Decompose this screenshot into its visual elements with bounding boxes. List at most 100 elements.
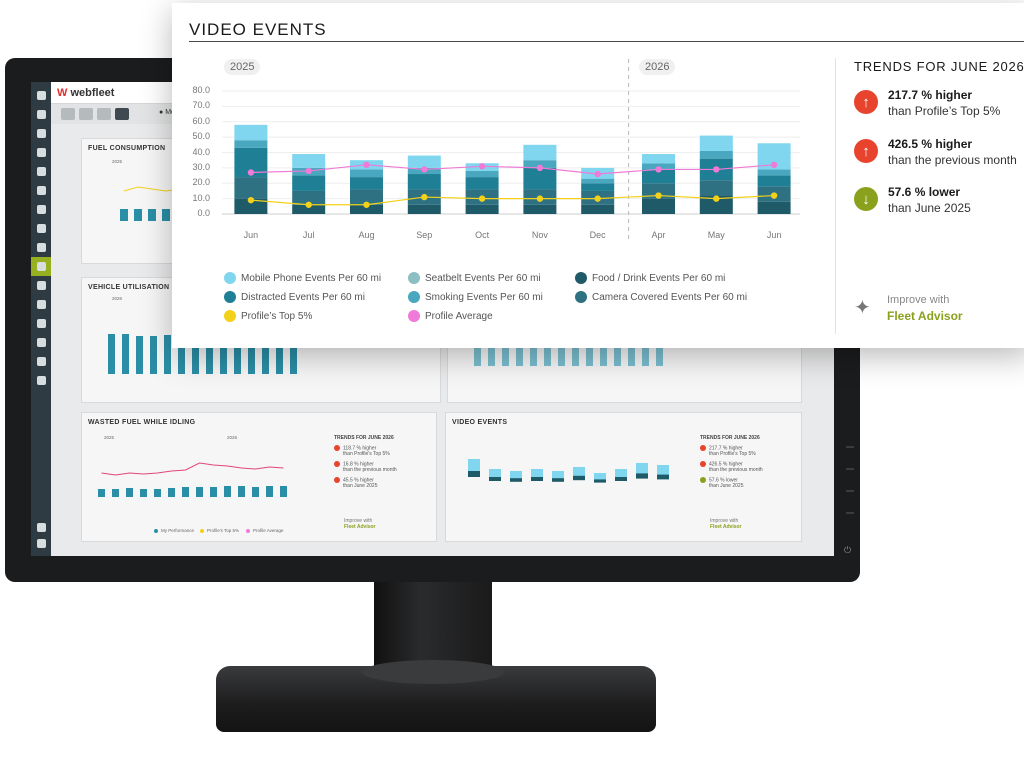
legend-item: Camera Covered Events Per 60 mi [575, 291, 747, 303]
mini-bar [600, 348, 607, 366]
monitor-button[interactable] [846, 446, 854, 448]
legend-item: Profile Average [246, 528, 283, 533]
mini-bar [210, 487, 217, 497]
video-mini-chart [468, 459, 669, 483]
arrow-up-icon: ↑ [854, 90, 878, 114]
brand-logo[interactable]: W webfleet [57, 87, 114, 99]
mini-bar [468, 459, 480, 471]
trends-title: TRENDS FOR JUNE 2026 [700, 435, 760, 441]
bar-segment [581, 178, 615, 184]
bar-chart-view-button[interactable] [61, 108, 75, 120]
line-point [305, 167, 312, 175]
bar-segment [757, 175, 791, 187]
advisor-hint: Improve with [887, 294, 950, 306]
card-title: FUEL CONSUMPTION [88, 145, 166, 152]
trend-item: 217.7 % higher than Profile's Top 5% [700, 445, 756, 457]
video-events-chart [222, 59, 800, 243]
bar-segment [757, 169, 791, 176]
trend-value: 57.6 % lower [888, 185, 961, 199]
legend-swatch [575, 272, 587, 284]
trend-item: 57.6 % lower than June 2025 [700, 477, 743, 489]
bar-segment [642, 198, 675, 214]
bar-segment [350, 169, 383, 178]
bar-segment [350, 177, 383, 190]
power-icon[interactable]: ⏻ [844, 545, 851, 556]
bar-segment [523, 204, 557, 214]
bar-segment [699, 180, 733, 196]
camera-icon[interactable] [31, 219, 51, 238]
line-point [770, 192, 778, 199]
fuel-icon[interactable] [31, 276, 51, 295]
chat-icon[interactable] [31, 162, 51, 181]
line-point [655, 166, 662, 173]
mini-bar [474, 348, 481, 366]
trend-value: 217.7 % higher [888, 88, 973, 102]
idling-mini-chart [98, 462, 287, 497]
grid-icon[interactable] [31, 86, 51, 105]
menu-icon[interactable] [31, 534, 51, 553]
legend-swatch [224, 272, 236, 284]
trend-label: than the previous month [888, 153, 1017, 167]
mini-bar [558, 348, 565, 366]
trend-item: 118.7 % higher than Profile's Top 5% [334, 445, 390, 457]
car-icon[interactable] [31, 105, 51, 124]
legend-item: Smoking Events Per 60 mi [408, 291, 543, 303]
chart-icon[interactable] [31, 257, 51, 276]
truck-icon[interactable] [31, 124, 51, 143]
monitor-button[interactable] [846, 468, 854, 470]
wrench-icon[interactable] [31, 238, 51, 257]
bar-segment [407, 155, 441, 168]
building-icon[interactable] [31, 314, 51, 333]
stage: { "colors": { "mobile_phone": "#7fd6ee",… [0, 0, 1024, 768]
line-point [247, 196, 255, 204]
mini-bar [98, 489, 105, 497]
fleet-advisor-link[interactable]: Improve with Fleet Advisor [710, 518, 742, 530]
box-icon[interactable] [31, 295, 51, 314]
legend-label: Camera Covered Events Per 60 mi [592, 291, 748, 303]
line-point [247, 169, 255, 176]
mini-bar [280, 486, 287, 497]
shield-icon[interactable] [31, 333, 51, 352]
video-events-card: VIDEO EVENTS TRENDS FOR JUNE 2026 217.7 … [445, 412, 802, 542]
mini-bar [510, 471, 522, 479]
monitor-button[interactable] [846, 512, 854, 514]
mini-bar [108, 334, 115, 374]
group-icon[interactable] [31, 371, 51, 390]
mini-bar [238, 486, 245, 497]
bar-segment [292, 154, 326, 168]
legend-label: Smoking Events Per 60 mi [425, 291, 543, 303]
bar-segment [234, 177, 268, 199]
list-view-button[interactable] [79, 108, 93, 120]
legend-swatch [224, 291, 236, 303]
warning-icon[interactable] [31, 200, 51, 219]
bar-segment [523, 167, 557, 190]
card-title: WASTED FUEL WHILE IDLING [88, 419, 196, 426]
legend-label: Seatbelt Events Per 60 mi [425, 272, 541, 284]
mini-line [101, 462, 284, 476]
year-pill: 2025 [104, 435, 115, 440]
monitor-button[interactable] [846, 490, 854, 492]
line-point [536, 164, 544, 172]
person-icon[interactable] [31, 352, 51, 371]
mini-bar [657, 465, 669, 475]
mini-bar [252, 487, 259, 497]
legend-swatch [575, 291, 587, 303]
mini-bar [488, 348, 495, 366]
legend-item: Mobile Phone Events Per 60 mi [224, 272, 381, 284]
trend-view-button[interactable] [115, 108, 129, 120]
legend-label: Mobile Phone Events Per 60 mi [241, 272, 382, 284]
document-icon[interactable] [31, 181, 51, 200]
driver-view-button[interactable] [97, 108, 111, 120]
line-point [655, 192, 662, 199]
legend-label: Distracted Events Per 60 mi [241, 291, 365, 303]
fleet-advisor-link[interactable]: Improve with Fleet Advisor [344, 518, 376, 530]
bar-segment [234, 140, 268, 148]
bar-segment [407, 204, 441, 214]
fleet-advisor-link[interactable]: Fleet Advisor [887, 309, 963, 323]
driver-icon[interactable] [31, 143, 51, 162]
line-point [421, 166, 428, 173]
bar-segment [581, 204, 615, 214]
legend-item: My Performance [154, 528, 194, 533]
line-point [536, 195, 544, 202]
line-point [363, 161, 370, 168]
